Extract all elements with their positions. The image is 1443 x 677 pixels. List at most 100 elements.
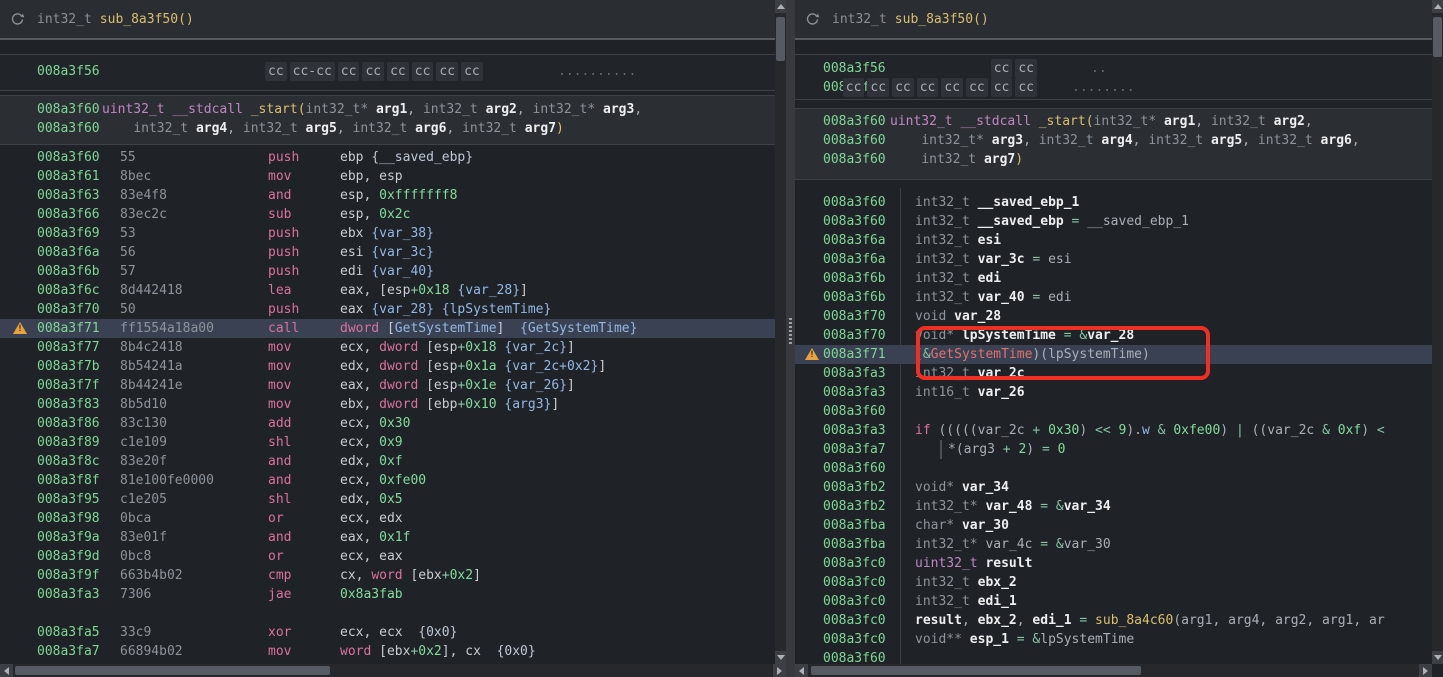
hlil-line[interactable]: 008a3fa3if (((((var_2c + 0x30) << 9).w &… bbox=[795, 421, 1432, 440]
blank-line[interactable]: 008a3f60 bbox=[795, 459, 1432, 478]
asm-line[interactable]: 008a3f7050pusheax {var_28} {lpSystemTime… bbox=[0, 300, 775, 319]
pane-splitter[interactable] bbox=[786, 0, 795, 677]
asm-line[interactable]: 008a3f9a83e01fandeax, 0x1f bbox=[0, 528, 775, 547]
asm-line[interactable]: 008a3f9d0bc8orecx, eax bbox=[0, 547, 775, 566]
hlil-line[interactable]: 008a3fa7*(arg3 + 2) = 0 bbox=[795, 440, 1432, 459]
signature-line[interactable]: 008a3f60 int32_t arg4, int32_t arg5, int… bbox=[0, 119, 775, 138]
asm-line[interactable]: 008a3fa37306jae0x8a3fab bbox=[0, 585, 775, 604]
token: ecx, ecx bbox=[340, 625, 418, 640]
asm-line[interactable]: 008a3f8c83e20fandedx, 0xf bbox=[0, 452, 775, 471]
operands: ecx, ecx {0x0} bbox=[340, 623, 457, 642]
left-vertical-scroll-thumb[interactable] bbox=[776, 17, 785, 61]
hlil-line[interactable]: 008a3f70void var_28 bbox=[795, 307, 1432, 326]
address: 008a3f60 bbox=[823, 150, 886, 169]
asm-line[interactable]: 008a3f89c1e109shlecx, 0x9 bbox=[0, 433, 775, 452]
hlil-line[interactable]: 008a3fa3int16_t var_26 bbox=[795, 383, 1432, 402]
token: var_34 bbox=[962, 480, 1009, 495]
right-scroll-right-button[interactable] bbox=[1419, 664, 1432, 677]
hlil-line[interactable]: 008a3f6bint32_t edi bbox=[795, 269, 1432, 288]
token: arg1 bbox=[376, 102, 407, 117]
token: __saved_ebp_1 bbox=[1087, 214, 1189, 229]
byte-row[interactable]: 008a3f56cccc.. bbox=[795, 59, 1432, 78]
left-horizontal-scroll-thumb[interactable] bbox=[15, 666, 330, 675]
asm-line[interactable]: 008a3f778b4c2418movecx, dword [esp+0x18 … bbox=[0, 338, 775, 357]
token bbox=[970, 290, 978, 305]
hlil-line[interactable]: 008a3fbaint32_t* var_4c = &var_30 bbox=[795, 535, 1432, 554]
blank-line[interactable]: 008a3f60 bbox=[795, 402, 1432, 421]
byte-row[interactable]: 008a3f56cccc-cccccccccccccc.......... bbox=[0, 62, 775, 81]
blank-line[interactable] bbox=[0, 604, 775, 623]
token: , bbox=[337, 121, 353, 136]
asm-line[interactable]: 008a3f7b8b54241amovedx, dword [esp+0x1a … bbox=[0, 357, 775, 376]
byte-row[interactable]: 008a3f58cccccccccccccccc........ bbox=[795, 78, 1432, 97]
asm-line[interactable]: 008a3fa533c9xorecx, ecx {0x0} bbox=[0, 623, 775, 642]
hlil-line[interactable]: 008a3fa3int32_t var_2c bbox=[795, 364, 1432, 383]
asm-line[interactable]: 008a3f838b5d10movebx, dword [ebp+0x10 {a… bbox=[0, 395, 775, 414]
asm-line[interactable]: 008a3f6a56pushesi {var_3c} bbox=[0, 243, 775, 262]
token: ebx_2 bbox=[978, 613, 1017, 628]
asm-line[interactable]: 008a3f6055pushebp {__saved_ebp} bbox=[0, 148, 775, 167]
refresh-icon[interactable] bbox=[805, 12, 820, 27]
asm-line[interactable]: 008a3f618becmovebp, esp bbox=[0, 167, 775, 186]
asm-line[interactable]: 008a3f6b57pushedi {var_40} bbox=[0, 262, 775, 281]
right-scroll-down-button[interactable] bbox=[1432, 651, 1443, 664]
asm-line[interactable]: 008a3f95c1e205shledx, 0x5 bbox=[0, 490, 775, 509]
hlil-line[interactable]: 008a3f6bint32_t var_40 = edi bbox=[795, 288, 1432, 307]
signature-line[interactable]: 008a3f60uint32_t __stdcall _start(int32_… bbox=[795, 112, 1432, 131]
left-scroll-right-button[interactable] bbox=[773, 664, 786, 677]
right-scroll-left-button[interactable] bbox=[795, 664, 808, 677]
address: 008a3f60 bbox=[37, 148, 100, 167]
asm-line[interactable]: 008a3f8683c130addecx, 0x30 bbox=[0, 414, 775, 433]
left-scroll-left-button[interactable] bbox=[0, 664, 13, 677]
hlil-line[interactable]: 008a3fc0int32_t edi_1 bbox=[795, 592, 1432, 611]
ascii-preview: .. bbox=[1091, 59, 1107, 78]
header-function-name[interactable]: sub_8a3f50() bbox=[100, 10, 194, 29]
hlil-line[interactable]: 008a3fb2void* var_34 bbox=[795, 478, 1432, 497]
right-vertical-scrollbar[interactable] bbox=[1432, 0, 1443, 664]
signature-line[interactable]: 008a3f60 int32_t arg7) bbox=[795, 150, 1432, 169]
asm-line[interactable]: 008a3f6383e4f8andesp, 0xfffffff8 bbox=[0, 186, 775, 205]
token: sub_8a4c60 bbox=[1095, 613, 1173, 628]
hlil-line[interactable]: 008a3f6aint32_t var_3c = esi bbox=[795, 250, 1432, 269]
asm-line[interactable]: 008a3f9f663b4b02cmpcx, word [ebx+0x2] bbox=[0, 566, 775, 585]
hlil-line[interactable]: 008a3fc0int32_t ebx_2 bbox=[795, 573, 1432, 592]
header-function-name[interactable]: sub_8a3f50() bbox=[895, 10, 989, 29]
hlil-line[interactable]: 008a3f70void* lpSystemTime = &var_28 bbox=[795, 326, 1432, 345]
refresh-icon[interactable] bbox=[10, 12, 25, 27]
opcode-bytes: 8b54241a bbox=[120, 357, 183, 376]
hlil-line[interactable]: 008a3fc0result, ebx_2, edi_1 = sub_8a4c6… bbox=[795, 611, 1432, 630]
left-byte-row[interactable]: 008a3f56cccc-cccccccccccccc.......... bbox=[0, 62, 775, 81]
hlil-line[interactable]: 008a3f71!(&GetSystemTime)(lpSystemTime) bbox=[795, 345, 1432, 364]
right-horizontal-scrollbar[interactable] bbox=[795, 664, 1432, 677]
left-vertical-scrollbar[interactable] bbox=[775, 0, 786, 664]
hlil-line[interactable]: 008a3fbachar* var_30 bbox=[795, 516, 1432, 535]
token: var_28 bbox=[1087, 328, 1134, 343]
hlil-line[interactable]: 008a3fc0uint32_t result bbox=[795, 554, 1432, 573]
token: dword bbox=[379, 378, 418, 393]
hlil-line[interactable]: 008a3fc0void** esp_1 = &lpSystemTime bbox=[795, 630, 1432, 649]
right-horizontal-scroll-thumb[interactable] bbox=[811, 666, 1141, 675]
token: int32_t bbox=[243, 121, 298, 136]
hlil-line[interactable]: 008a3f60int32_t __saved_ebp = __saved_eb… bbox=[795, 212, 1432, 231]
hlil-line[interactable]: 008a3f60int32_t __saved_ebp_1 bbox=[795, 193, 1432, 212]
address: 008a3f60 bbox=[823, 131, 886, 150]
asm-line[interactable]: 008a3f7f8b44241emoveax, dword [esp+0x1e … bbox=[0, 376, 775, 395]
asm-line[interactable]: 008a3f6c8d442418leaeax, [esp+0x18 {var_2… bbox=[0, 281, 775, 300]
left-scroll-down-button[interactable] bbox=[775, 651, 786, 664]
signature-line[interactable]: 008a3f60uint32_t __stdcall _start(int32_… bbox=[0, 100, 775, 119]
token bbox=[954, 328, 962, 343]
left-scroll-up-button[interactable] bbox=[775, 0, 786, 13]
asm-line[interactable]: 008a3f980bcaorecx, edx bbox=[0, 509, 775, 528]
left-horizontal-scrollbar[interactable] bbox=[0, 664, 786, 677]
token: int32_t bbox=[133, 121, 188, 136]
asm-line[interactable]: !008a3f71ff1554a18a00calldword [GetSyste… bbox=[0, 319, 775, 338]
hlil-line[interactable]: 008a3fb2int32_t* var_48 = &var_34 bbox=[795, 497, 1432, 516]
hlil-line[interactable]: 008a3f6aint32_t esi bbox=[795, 231, 1432, 250]
asm-line[interactable]: 008a3f6953pushebx {var_38} bbox=[0, 224, 775, 243]
signature-line[interactable]: 008a3f60 int32_t* arg3, int32_t arg4, in… bbox=[795, 131, 1432, 150]
right-scroll-up-button[interactable] bbox=[1432, 0, 1443, 13]
asm-line[interactable]: 008a3f8f81e100fe0000andecx, 0xfe00 bbox=[0, 471, 775, 490]
asm-line[interactable]: 008a3fa766894b02movword [ebx+0x2], cx {0… bbox=[0, 642, 775, 661]
asm-line[interactable]: 008a3f6683ec2csubesp, 0x2c bbox=[0, 205, 775, 224]
right-vertical-scroll-thumb[interactable] bbox=[1433, 17, 1442, 57]
